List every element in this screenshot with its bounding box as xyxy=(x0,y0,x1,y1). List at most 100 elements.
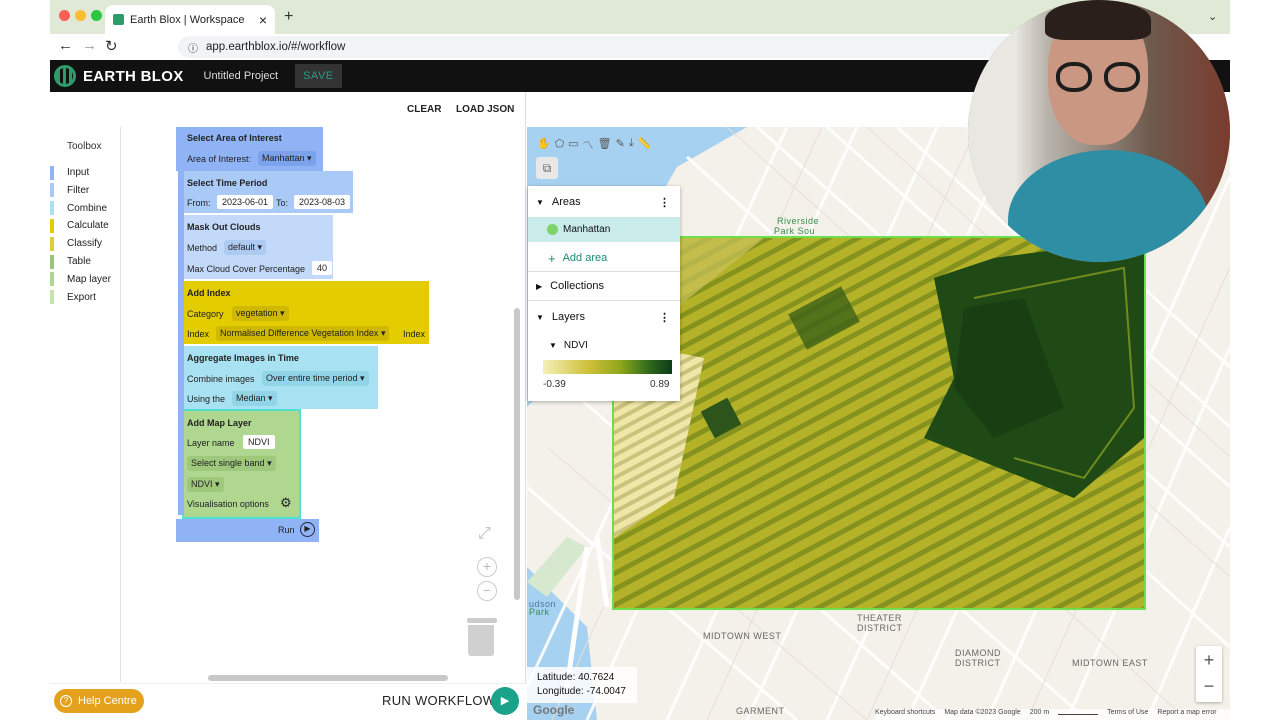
toolbox-item-map-layer[interactable]: Map layer xyxy=(50,271,120,288)
help-centre-button[interactable]: ? Help Centre xyxy=(54,689,144,713)
select-time-block[interactable]: Select Time Period From: 2023-06-01 To: … xyxy=(184,171,353,213)
reload-icon[interactable]: ↻ xyxy=(105,37,118,55)
minimize-window-icon[interactable] xyxy=(75,10,86,21)
from-label: From: xyxy=(187,198,211,208)
plus-icon: + xyxy=(548,250,556,266)
project-name[interactable]: Untitled Project xyxy=(204,70,279,82)
drawing-toolbar: ✋ ⬠ ▭ 〽 🗑 ✎ ⤓ 📏 xyxy=(537,137,651,153)
block-spine xyxy=(178,127,184,515)
map-label: GARMENT xyxy=(736,706,785,716)
method-dropdown[interactable]: default ▾ xyxy=(224,240,267,255)
clear-button[interactable]: CLEAR xyxy=(407,104,441,115)
add-area-button[interactable]: + Add area xyxy=(528,250,680,266)
browser-tab[interactable]: Earth Blox | Workspace × xyxy=(105,5,275,34)
save-button[interactable]: SAVE xyxy=(295,64,342,88)
collections-header[interactable]: ▶ Collections xyxy=(528,271,680,301)
layers-header[interactable]: ▼ Layers ⋮ xyxy=(528,309,680,325)
index-dropdown[interactable]: Normalised Difference Vegetation Index ▾ xyxy=(216,326,390,341)
trash-icon[interactable] xyxy=(467,618,497,658)
toolbox-item-calculate[interactable]: Calculate xyxy=(50,217,120,234)
toolbox-item-input[interactable]: Input xyxy=(50,164,120,181)
toolbox-item-label: Input xyxy=(67,167,90,178)
ruler-icon[interactable]: 📏 xyxy=(638,137,652,153)
zoom-out-workspace-icon[interactable]: − xyxy=(477,581,497,601)
caret-down-icon: ▼ xyxy=(536,197,544,207)
add-index-block[interactable]: Add Index Category vegetation ▾ Index No… xyxy=(184,281,429,344)
category-dropdown[interactable]: vegetation ▾ xyxy=(232,306,289,321)
map-label: MIDTOWN EAST xyxy=(1072,658,1148,668)
vertical-scrollbar[interactable] xyxy=(514,308,520,600)
toolbox-item-label: Table xyxy=(67,256,91,267)
new-tab-button[interactable]: + xyxy=(284,8,293,26)
forward-arrow-icon[interactable]: → xyxy=(82,37,97,54)
area-item-manhattan[interactable]: Manhattan xyxy=(528,217,680,242)
using-label: Using the xyxy=(187,394,226,404)
toolbox-item-combine[interactable]: Combine xyxy=(50,200,120,217)
to-date-field[interactable]: 2023-08-03 xyxy=(294,195,351,209)
download-icon[interactable]: ⤓ xyxy=(629,137,634,153)
scale-text: 200 m xyxy=(1029,709,1050,716)
index-label: Index xyxy=(187,329,210,339)
more-vert-icon[interactable]: ⋮ xyxy=(659,196,670,209)
gear-icon[interactable]: ⚙ xyxy=(280,495,292,511)
help-centre-label: Help Centre xyxy=(78,695,137,707)
pencil-icon[interactable]: ✎ xyxy=(616,137,625,153)
run-play-icon[interactable]: ▶ xyxy=(300,522,315,537)
select-aoi-block[interactable]: Select Area of Interest Area of Interest… xyxy=(176,127,323,171)
delete-icon[interactable]: 🗑 xyxy=(598,137,612,153)
run-workflow-label[interactable]: RUN WORKFLOW xyxy=(382,693,495,708)
rectangle-icon[interactable]: ▭ xyxy=(568,137,578,153)
combine-dropdown[interactable]: Over entire time period ▾ xyxy=(262,371,369,386)
zoom-in-workspace-icon[interactable]: + xyxy=(477,557,497,577)
map-label: DIAMOND xyxy=(955,648,1001,658)
toolbox-item-export[interactable]: Export xyxy=(50,289,120,306)
toolbox-item-table[interactable]: Table xyxy=(50,253,120,270)
layer-name-field[interactable]: NDVI xyxy=(243,435,275,449)
close-window-icon[interactable] xyxy=(59,10,70,21)
site-info-icon[interactable]: ⓘ xyxy=(188,40,198,55)
back-arrow-icon[interactable]: ← xyxy=(58,37,73,54)
keyboard-shortcuts-link[interactable]: Keyboard shortcuts xyxy=(875,709,935,720)
toolbox-item-filter[interactable]: Filter xyxy=(50,182,120,199)
aoi-dropdown[interactable]: Manhattan ▾ xyxy=(258,151,316,166)
polygon-icon[interactable]: ⬠ xyxy=(555,137,565,153)
horizontal-scrollbar[interactable] xyxy=(208,675,448,681)
toolbox-item-classify[interactable]: Classify xyxy=(50,235,120,252)
line-icon[interactable]: 〽 xyxy=(583,137,594,153)
map-zoom-in-button[interactable]: + xyxy=(1196,646,1222,674)
tab-title: Earth Blox | Workspace xyxy=(130,13,245,26)
layers-label: Layers xyxy=(551,311,585,323)
band-value-dropdown[interactable]: NDVI ▾ xyxy=(187,477,224,492)
toolbox-item-label: Combine xyxy=(67,202,108,214)
maximize-window-icon[interactable] xyxy=(91,10,102,21)
aggregate-block[interactable]: Aggregate Images in Time Combine images … xyxy=(184,346,378,409)
report-error-link[interactable]: Report a map error xyxy=(1157,709,1216,720)
load-json-button[interactable]: LOAD JSON xyxy=(456,104,514,115)
more-vert-icon[interactable]: ⋮ xyxy=(659,311,670,324)
caret-down-icon: ▼ xyxy=(549,340,557,350)
run-workflow-play-icon[interactable]: ▶ xyxy=(491,687,519,715)
terms-link[interactable]: Terms of Use xyxy=(1107,709,1148,720)
using-dropdown[interactable]: Median ▾ xyxy=(232,391,277,406)
layer-item-ndvi[interactable]: ▼ NDVI xyxy=(528,338,680,352)
areas-header[interactable]: ▼ Areas ⋮ xyxy=(528,194,680,210)
category-color-swatch xyxy=(50,290,54,305)
map-label: THEATER xyxy=(857,613,902,623)
fullscreen-icon[interactable]: ⤢ xyxy=(478,525,491,543)
from-date-field[interactable]: 2023-06-01 xyxy=(217,195,274,209)
hand-icon[interactable]: ✋ xyxy=(537,137,551,153)
aoi-label: Area of Interest: xyxy=(187,154,252,164)
mask-clouds-block[interactable]: Mask Out Clouds Method default ▾ Max Clo… xyxy=(184,215,333,279)
band-dropdown[interactable]: Select single band ▾ xyxy=(187,456,276,471)
map-zoom-control: + − xyxy=(1196,646,1222,702)
to-label: To: xyxy=(276,198,289,208)
layers-toggle-icon[interactable]: ⧉ xyxy=(536,157,558,179)
max-cloud-field[interactable]: 40 xyxy=(312,261,333,275)
run-block[interactable]: Run ▶ xyxy=(176,519,319,542)
ramp-min-label: -0.39 xyxy=(543,379,566,390)
map-zoom-out-button[interactable]: − xyxy=(1196,674,1222,702)
index-suffix: Index xyxy=(403,329,426,339)
tab-close-icon[interactable]: × xyxy=(259,12,267,28)
add-map-layer-block[interactable]: Add Map Layer Layer name NDVI Select sin… xyxy=(182,409,301,519)
layer-item-label: NDVI xyxy=(563,339,588,351)
